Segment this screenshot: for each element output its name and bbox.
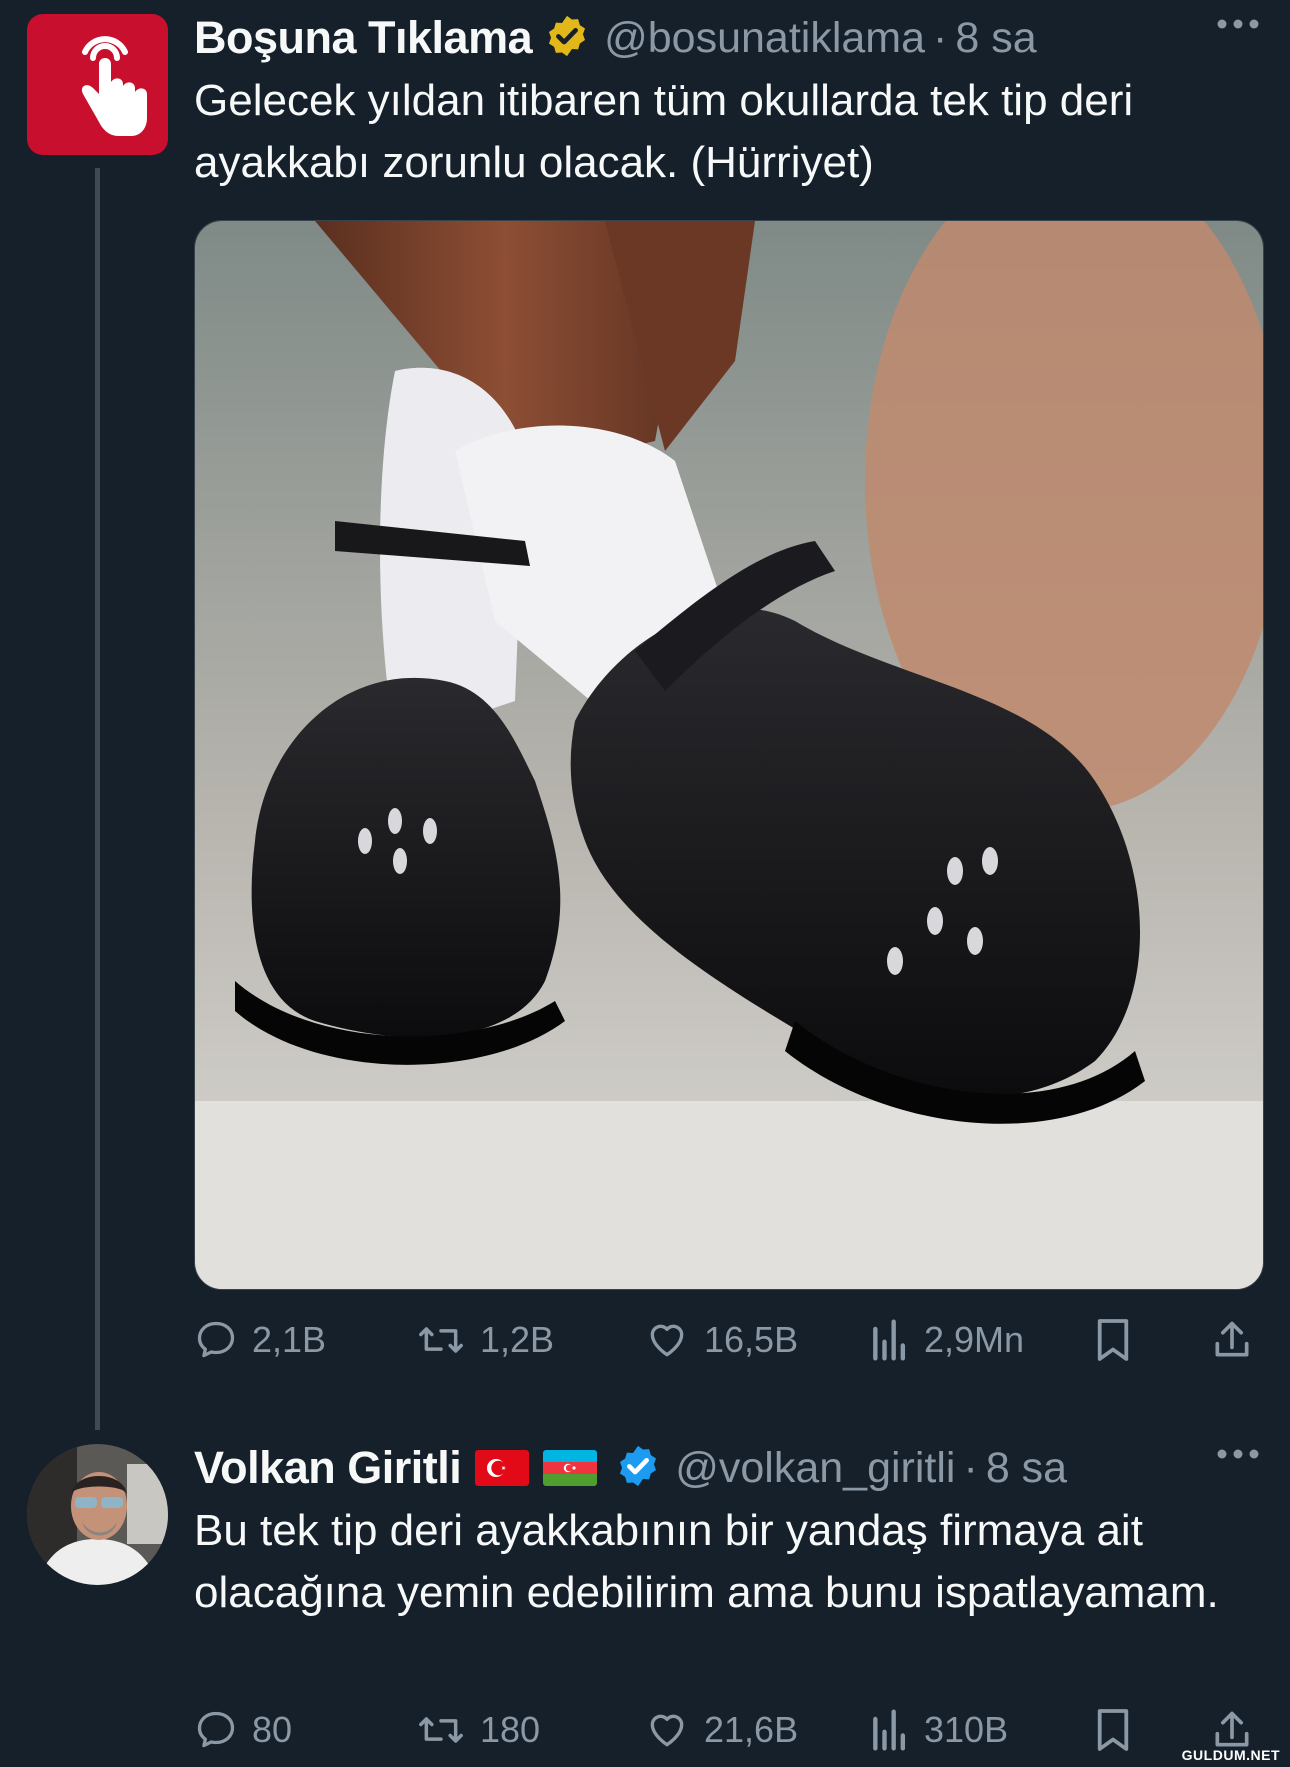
share-button[interactable] — [1210, 1317, 1268, 1363]
watermark: GULDUM.NET — [1181, 1747, 1280, 1763]
retweet-count: 1,2B — [480, 1319, 555, 1360]
reply-icon — [197, 1711, 235, 1748]
retweet-button[interactable]: 180 — [416, 1708, 540, 1752]
tweet-text: Gelecek yıldan itibaren tüm okullarda te… — [194, 76, 1134, 187]
avatar[interactable] — [27, 1444, 168, 1585]
reply-button[interactable]: 80 — [194, 1708, 292, 1752]
avatar[interactable] — [27, 14, 168, 155]
tweet-text: Bu tek tip deri ayakkabının bir yandaş f… — [194, 1506, 1219, 1617]
views-count: 2,9Mn — [924, 1319, 1025, 1360]
heart-icon — [650, 1714, 684, 1747]
post-time[interactable]: 8 sa — [986, 1444, 1067, 1493]
tweet-volkan-giritli[interactable]: Volkan Giritli @volkan_giritli · 8 sa Bu… — [0, 1430, 1290, 1767]
views-chart-icon — [873, 1319, 906, 1361]
bookmark-icon — [1097, 1319, 1129, 1361]
more-options-icon[interactable] — [1216, 1446, 1260, 1465]
like-button[interactable]: 21,6B — [644, 1708, 798, 1752]
verified-gold-badge-icon — [544, 13, 590, 63]
post-time[interactable]: 8 sa — [955, 14, 1036, 63]
bookmark-button[interactable] — [1094, 1317, 1146, 1363]
verified-blue-badge-icon — [615, 1443, 661, 1493]
more-options-icon[interactable] — [1216, 16, 1260, 35]
reply-count: 2,1B — [252, 1319, 327, 1360]
tweet-body: Boşuna Tıklama @bosunatiklama · 8 sa Gel… — [194, 6, 1260, 194]
reply-button[interactable]: 2,1B — [194, 1318, 326, 1362]
tweet-header: Boşuna Tıklama @bosunatiklama · 8 sa — [194, 6, 1260, 70]
tweet-actions: 80 180 21,6B 310B — [194, 1700, 1260, 1760]
share-icon — [1215, 1321, 1249, 1357]
bookmark-button[interactable] — [1094, 1707, 1146, 1753]
reply-count: 80 — [252, 1709, 293, 1750]
retweet-icon — [419, 1717, 463, 1743]
author-name[interactable]: Boşuna Tıklama — [194, 12, 533, 64]
author-handle[interactable]: @volkan_giritli — [675, 1444, 955, 1493]
author-name[interactable]: Volkan Giritli — [194, 1442, 462, 1494]
tweet-bosuna-tiklama[interactable]: Boşuna Tıklama @bosunatiklama · 8 sa Gel… — [0, 0, 1290, 1420]
views-button[interactable]: 2,9Mn — [870, 1318, 1024, 1362]
tweet-body: Volkan Giritli @volkan_giritli · 8 sa Bu… — [194, 1436, 1260, 1624]
separator-dot: · — [933, 13, 948, 62]
tweet-actions: 2,1B 1,2B 16,5B 2,9Mn — [194, 1310, 1260, 1370]
retweet-button[interactable]: 1,2B — [416, 1318, 554, 1362]
turkey-flag-icon — [475, 1450, 530, 1486]
school-shoes-photo — [195, 221, 1263, 1289]
tap-hand-icon — [81, 36, 147, 136]
tweet-media-photo[interactable] — [194, 220, 1264, 1290]
heart-icon — [650, 1324, 684, 1357]
retweet-icon — [419, 1327, 463, 1353]
author-handle[interactable]: @bosunatiklama — [604, 14, 925, 63]
bookmark-icon — [1097, 1709, 1129, 1751]
reply-icon — [197, 1321, 235, 1358]
tweet-header: Volkan Giritli @volkan_giritli · 8 sa — [194, 1436, 1260, 1500]
azerbaijan-flag-icon — [543, 1450, 598, 1486]
like-count: 16,5B — [704, 1319, 799, 1360]
retweet-count: 180 — [480, 1709, 541, 1750]
separator-dot: · — [963, 1443, 978, 1492]
like-count: 21,6B — [704, 1709, 799, 1750]
views-chart-icon — [873, 1709, 906, 1751]
views-button[interactable]: 310B — [870, 1708, 1008, 1752]
views-count: 310B — [924, 1709, 1009, 1750]
like-button[interactable]: 16,5B — [644, 1318, 798, 1362]
